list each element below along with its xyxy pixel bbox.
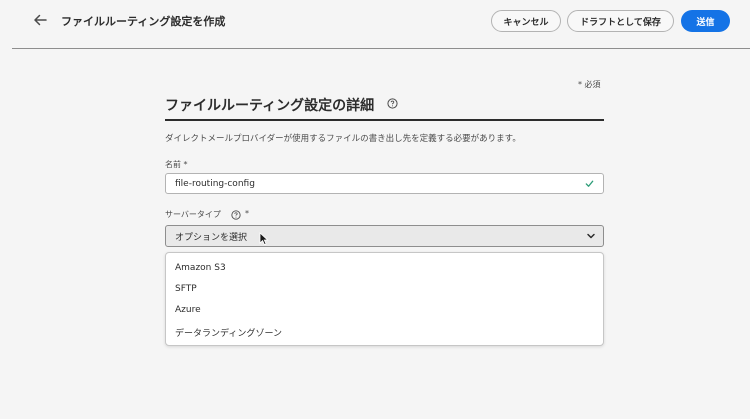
cancel-button[interactable]: キャンセル — [491, 10, 561, 32]
help-icon[interactable] — [387, 98, 398, 109]
option-azure[interactable]: Azure — [175, 305, 201, 315]
name-field[interactable]: file-routing-config — [165, 173, 604, 194]
checkmark-icon — [585, 180, 594, 187]
name-field-label: 名前 * — [165, 160, 188, 169]
option-sftp[interactable]: SFTP — [175, 284, 197, 294]
section-divider — [165, 119, 604, 121]
page-title: ファイルルーティング設定を作成 — [61, 15, 226, 28]
required-note: * 必須 — [578, 80, 601, 89]
required-asterisk: * — [245, 209, 249, 218]
save-as-draft-button[interactable]: ドラフトとして保存 — [567, 10, 674, 32]
option-data-landing-zone[interactable]: データランディングゾーン — [175, 326, 282, 339]
help-icon[interactable] — [231, 210, 241, 220]
section-description: ダイレクトメールプロバイダーが使用するファイルの書き出し先を定義する必要がありま… — [165, 134, 521, 144]
back-button[interactable] — [30, 10, 50, 30]
header-divider — [12, 48, 750, 49]
option-amazon-s3[interactable]: Amazon S3 — [175, 263, 226, 273]
chevron-down-icon[interactable] — [586, 231, 596, 241]
mouse-cursor-icon — [259, 232, 269, 246]
section-title: ファイルルーティング設定の詳細 — [165, 98, 375, 114]
arrow-left-icon — [34, 14, 47, 26]
submit-button[interactable]: 送信 — [681, 10, 730, 32]
server-type-picker[interactable]: オプションを選択 — [165, 225, 604, 247]
top-bar: ファイルルーティング設定を作成 キャンセル ドラフトとして保存 送信 — [0, 0, 750, 48]
server-type-label: サーバータイプ — [165, 210, 221, 219]
server-type-dropdown: Amazon S3 SFTP Azure データランディングゾーン — [165, 252, 604, 346]
